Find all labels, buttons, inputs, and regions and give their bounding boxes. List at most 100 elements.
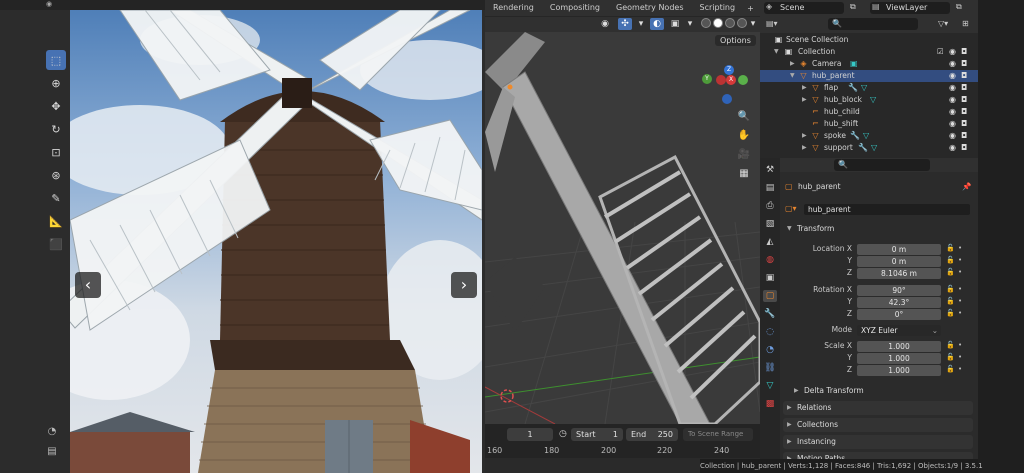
filter-icon[interactable]: ▽▾ [938,19,948,28]
xray-dropdown-icon[interactable]: ▾ [683,18,697,30]
eye-icon[interactable]: ◉ [949,106,956,118]
expand-arrow-icon[interactable]: ▶ [802,142,810,154]
keyframe-dot-icon[interactable]: • [958,268,962,276]
visibility-eye-icon[interactable]: ◉ [598,18,612,30]
gizmo-toggle-icon[interactable]: ✣ [618,18,632,30]
keyframe-dot-icon[interactable]: • [958,341,962,349]
outliner-row-hub-block[interactable]: ▶ ▽ hub_block ▽ ◉ ◘ [760,94,978,106]
gizmo-z-axis[interactable]: Z [724,65,734,75]
render-camera-icon[interactable]: ◘ [961,118,967,130]
instancing-panel-header[interactable]: ▶ Instancing [783,435,973,449]
scale-y-field[interactable]: 1.000 [857,353,941,364]
overlays-toggle-icon[interactable]: ◐ [650,18,664,30]
tab-scripting[interactable]: Scripting [692,0,744,16]
playback-clock-icon[interactable]: ◔ [44,426,60,440]
rotation-y-field[interactable]: 42.3° [857,297,941,308]
tab-compositing[interactable]: Compositing [542,0,608,16]
overlay-dropdown-icon[interactable]: ▾ [634,18,648,30]
collapse-arrow-icon[interactable]: ▼ [790,70,798,82]
delta-transform-panel-header[interactable]: ▶ Delta Transform [790,384,973,398]
scale-tool-icon[interactable]: ⊡ [46,142,66,162]
eye-icon[interactable]: ◉ [949,46,956,58]
render-camera-icon[interactable]: ◘ [961,106,967,118]
scene-range-button[interactable]: To Scene Range [683,428,753,441]
rotation-mode-select[interactable]: XYZ Euler ⌄ [857,325,941,336]
expand-arrow-icon[interactable]: ▶ [790,58,798,70]
material-shading-icon[interactable] [725,18,735,28]
output-properties-icon[interactable]: ⎙ [763,200,777,212]
keyframe-dot-icon[interactable]: • [958,244,962,252]
expand-arrow-icon[interactable]: ▶ [802,130,810,142]
lock-icon[interactable]: 🔓 [946,297,955,305]
editor-menu-icon[interactable]: ◉ [46,0,52,8]
add-cube-tool-icon[interactable]: ⬛ [46,234,66,254]
render-camera-icon[interactable]: ◘ [961,70,967,82]
scene-properties-icon[interactable]: ◭ [763,236,777,248]
lock-icon[interactable]: 🔓 [946,285,955,293]
gizmo-y-axis[interactable]: Y [702,74,712,84]
location-z-field[interactable]: 8.1046 m [857,268,941,279]
render-camera-icon[interactable]: ◘ [961,46,967,58]
object-properties-icon[interactable]: ▢ [763,290,777,302]
scale-x-field[interactable]: 1.000 [857,341,941,352]
lock-icon[interactable]: 🔓 [946,256,955,264]
object-name-field[interactable]: hub_parent [804,204,970,215]
outliner-row-spoke[interactable]: ▶ ▽ spoke 🔧 ▽ ◉ ◘ [760,130,978,142]
gizmo-x-axis[interactable]: X [726,75,736,85]
lock-icon[interactable]: 🔓 [946,365,955,373]
location-x-field[interactable]: 0 m [857,244,941,255]
rotation-z-field[interactable]: 0° [857,309,941,320]
keyframe-dot-icon[interactable]: • [958,365,962,373]
next-image-button[interactable]: › [451,272,477,298]
viewport-options-button[interactable]: Options [715,35,756,46]
annotate-tool-icon[interactable]: ✎ [46,188,66,208]
particles-properties-icon[interactable]: ◌ [763,326,777,338]
eye-icon[interactable]: ◉ [949,130,956,142]
tab-geometry-nodes[interactable]: Geometry Nodes [608,0,691,16]
add-workspace-button[interactable]: + [743,4,758,13]
eye-icon[interactable]: ◉ [949,58,956,70]
pin-icon[interactable]: 📌 [962,182,971,191]
render-camera-icon[interactable]: ◘ [961,142,967,154]
lock-icon[interactable]: 🔓 [946,268,955,276]
pan-hand-icon[interactable]: ✋ [737,129,751,143]
object-data-properties-icon[interactable]: ▽ [763,380,777,392]
gizmo-neg-x-axis[interactable] [716,75,726,85]
render-camera-icon[interactable]: ◘ [961,58,967,70]
eye-icon[interactable]: ◉ [949,70,956,82]
render-camera-icon[interactable]: ◘ [961,94,967,106]
physics-properties-icon[interactable]: ◔ [763,344,777,356]
collapse-arrow-icon[interactable]: ▼ [774,46,782,58]
ortho-grid-icon[interactable]: ▦ [737,167,751,181]
current-frame-field[interactable]: 1 [507,428,553,441]
select-box-tool-icon[interactable]: ⬚ [46,50,66,70]
checkbox-icon[interactable]: ☑ [937,46,944,58]
gizmo-neg-y-axis[interactable] [738,75,748,85]
solid-shading-icon[interactable] [713,18,723,28]
zoom-icon[interactable]: 🔍 [737,110,751,124]
properties-search-input[interactable] [834,159,930,171]
shading-dropdown-icon[interactable]: ▾ [746,18,760,30]
texture-properties-icon[interactable]: ▩ [763,398,777,410]
xray-toggle-icon[interactable]: ▣ [668,18,682,30]
location-y-field[interactable]: 0 m [857,256,941,267]
eye-icon[interactable]: ◉ [949,142,956,154]
lock-icon[interactable]: 🔓 [946,353,955,361]
lock-icon[interactable]: 🔓 [946,244,955,252]
move-tool-icon[interactable]: ✥ [46,96,66,116]
view-layer-selector[interactable]: ViewLayer [870,2,950,14]
outliner-row-hub-child[interactable]: ⌐ hub_child ◉ ◘ [760,106,978,118]
frame-ruler[interactable]: 160 180 200 220 240 [485,446,760,458]
end-frame-field[interactable]: End 250 [626,428,678,441]
cursor-tool-icon[interactable]: ⊕ [46,73,66,93]
previous-image-button[interactable]: ‹ [75,272,101,298]
pin-scene-icon[interactable]: ⧉ [850,2,856,12]
view-layer-properties-icon[interactable]: ▧ [763,218,777,230]
outliner-row-support[interactable]: ▶ ▽ support 🔧 ▽ ◉ ◘ [760,142,978,154]
outliner-row-hub-shift[interactable]: ⌐ hub_shift ◉ ◘ [760,118,978,130]
lock-icon[interactable]: 🔓 [946,341,955,349]
relations-panel-header[interactable]: ▶ Relations [783,401,973,415]
wireframe-shading-icon[interactable] [701,18,711,28]
eye-icon[interactable]: ◉ [949,94,956,106]
outliner-row-collection[interactable]: ▼ ▣ Collection ☑ ◉ ◘ [760,46,978,58]
